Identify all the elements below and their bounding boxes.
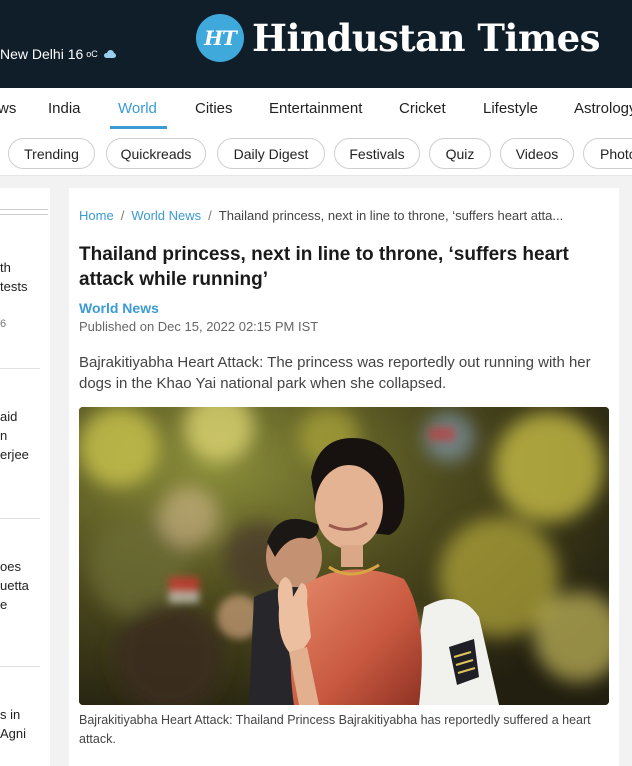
nav-item-news[interactable]: ws xyxy=(0,100,16,117)
rail-story-line: oes xyxy=(0,559,21,574)
rail-story-line: s in xyxy=(0,707,21,722)
rail-story-3[interactable]: oes uetta e xyxy=(0,557,48,614)
rail-story-line: th xyxy=(0,260,11,275)
nav-item-cricket[interactable]: Cricket xyxy=(399,100,446,117)
logo-wordmark: Hindustan Times xyxy=(252,16,600,60)
image-caption: Bajrakitiyabha Heart Attack: Thailand Pr… xyxy=(79,713,591,746)
quick-links-bar: Trending Quickreads Daily Digest Festiva… xyxy=(0,130,632,176)
cloud-icon xyxy=(103,50,117,58)
nav-active-underline xyxy=(110,126,167,129)
nav-item-cities[interactable]: Cities xyxy=(195,100,233,117)
rail-story-line: Agni xyxy=(0,726,27,741)
breadcrumb-separator: / xyxy=(208,208,212,223)
breadcrumb-section[interactable]: World News xyxy=(131,208,201,223)
ht-logo-badge: HT xyxy=(196,14,244,62)
rail-story-line: uetta xyxy=(0,578,29,593)
site-header: New Delhi 16 oC HT Hindustan Times xyxy=(0,0,632,88)
article-section-link[interactable]: World News xyxy=(79,300,159,316)
rail-divider xyxy=(0,368,40,369)
rail-story-line: tests xyxy=(0,279,28,294)
article-lead-image xyxy=(79,407,609,705)
nav-item-entertainment[interactable]: Entertainment xyxy=(269,100,362,117)
article-summary: Bajrakitiyabha Heart Attack: The princes… xyxy=(79,354,591,392)
rail-story-line: n xyxy=(0,428,8,443)
breadcrumb-separator: / xyxy=(120,208,125,223)
rail-story-meta: 6 xyxy=(0,318,7,330)
weather-widget[interactable]: New Delhi 16 oC xyxy=(0,46,117,62)
breadcrumb: Home / World News / Thailand princess, next … xyxy=(79,208,609,223)
rail-divider xyxy=(0,666,40,667)
site-logo[interactable]: HT Hindustan Times xyxy=(196,14,600,62)
rail-story-4[interactable]: s in Agni xyxy=(0,705,48,743)
rail-divider xyxy=(0,518,40,519)
chip-videos[interactable]: Videos xyxy=(500,138,574,169)
article-published-date: Published on Dec 15, 2022 02:15 PM IST xyxy=(79,319,319,334)
chip-quiz[interactable]: Quiz xyxy=(429,138,491,169)
nav-item-astrology[interactable]: Astrology xyxy=(574,100,632,117)
rail-story-2[interactable]: aid n erjee xyxy=(0,407,48,464)
chip-daily-digest[interactable]: Daily Digest xyxy=(217,138,325,169)
nav-item-india[interactable]: India xyxy=(48,100,81,117)
main-nav: ws India World Cities Entertainment Cric… xyxy=(0,88,632,130)
article-headline: Thailand princess, next in line to thron… xyxy=(79,244,569,290)
rail-story-line: erjee xyxy=(0,447,29,462)
weather-unit: oC xyxy=(86,49,98,59)
left-rail-stories: th tests 6 aid n erjee oes uetta e s in … xyxy=(0,188,50,766)
nav-item-lifestyle[interactable]: Lifestyle xyxy=(483,100,538,117)
chip-festivals[interactable]: Festivals xyxy=(334,138,420,169)
breadcrumb-home[interactable]: Home xyxy=(79,208,114,223)
rail-story-line: e xyxy=(0,597,8,612)
rail-story-line: aid xyxy=(0,409,18,424)
weather-city: New Delhi 16 xyxy=(0,46,84,62)
chip-trending[interactable]: Trending xyxy=(8,138,95,169)
chip-quickreads[interactable]: Quickreads xyxy=(106,138,206,169)
rail-header-lines xyxy=(0,209,48,215)
rail-story-1[interactable]: th tests xyxy=(0,258,48,296)
lead-image-illustration xyxy=(79,407,609,705)
chip-photo[interactable]: Photo xyxy=(583,138,632,169)
nav-item-world[interactable]: World xyxy=(118,100,157,117)
breadcrumb-current: Thailand princess, next in line to thron… xyxy=(218,208,564,223)
article-card: Home / World News / Thailand princess, next … xyxy=(69,188,619,766)
